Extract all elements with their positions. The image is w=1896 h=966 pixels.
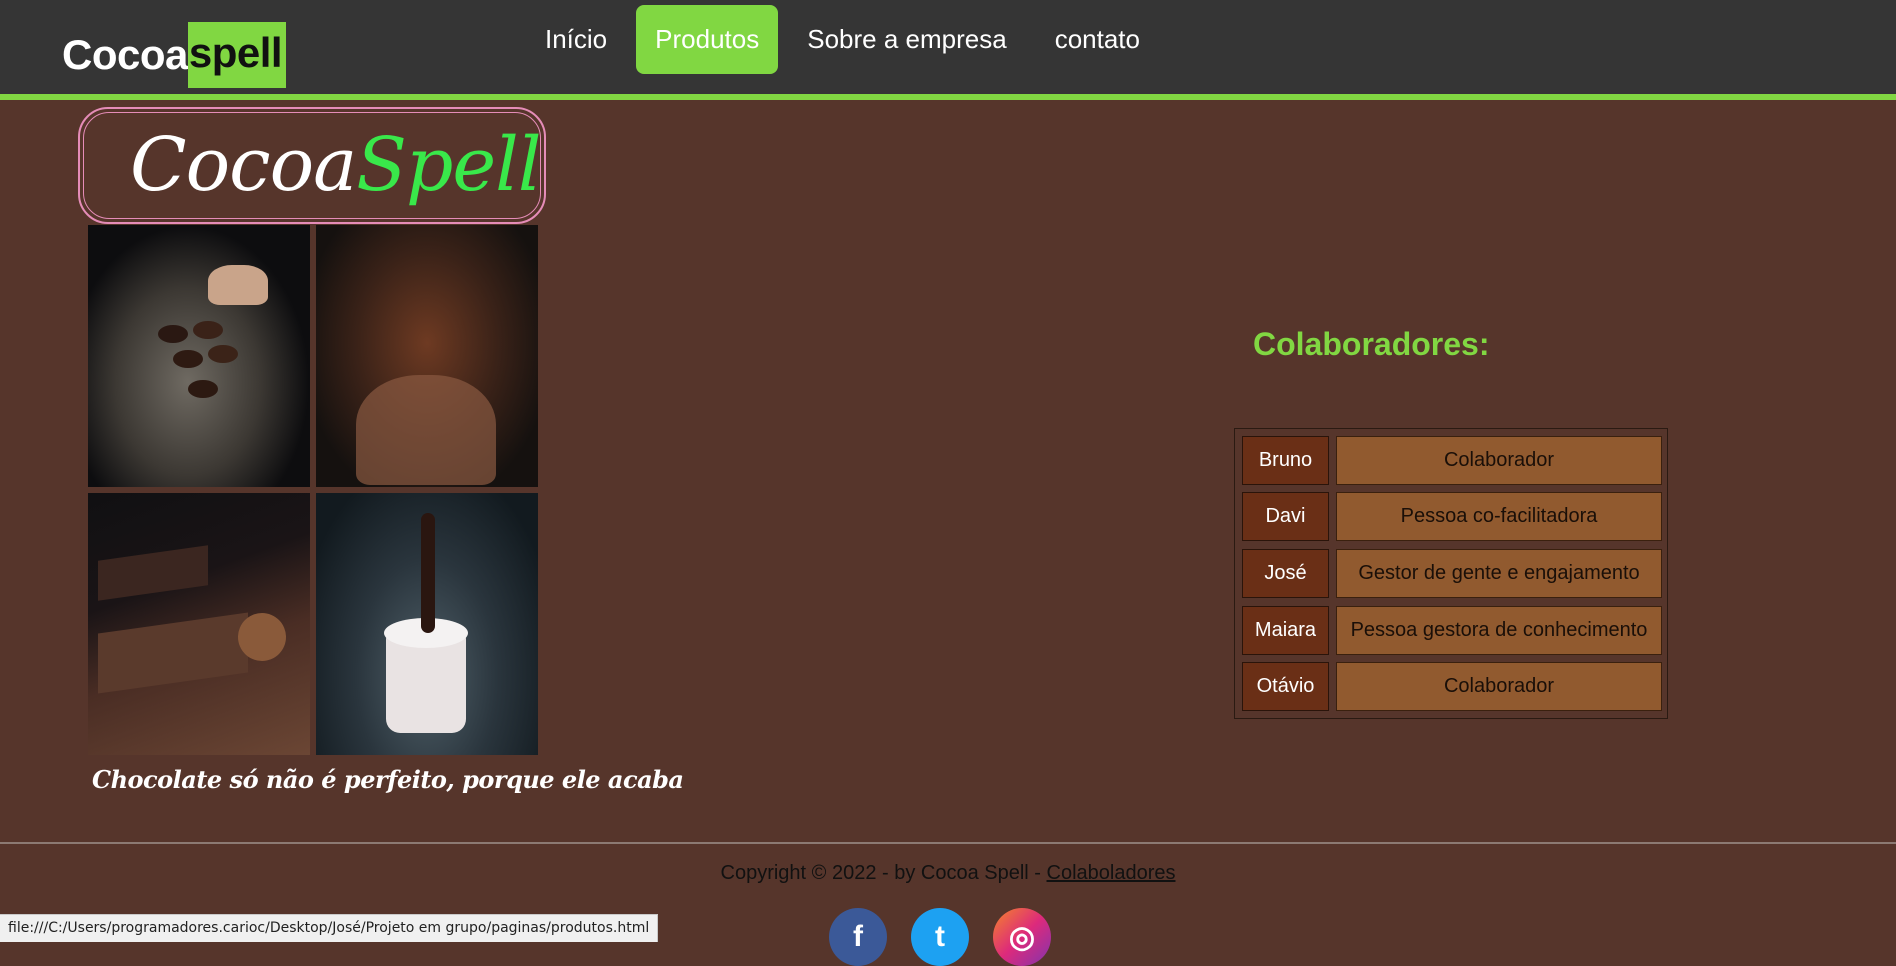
cocoa-beans-image — [316, 225, 538, 487]
collaborator-role: Pessoa gestora de conhecimento — [1336, 606, 1662, 655]
collaborator-role: Pessoa co-facilitadora — [1336, 492, 1662, 541]
browser-status-bar: file:///C:/Users/programadores.carioc/De… — [0, 914, 659, 942]
brand-part1: Cocoa — [62, 31, 188, 78]
chocolate-bars-image — [88, 493, 310, 755]
collaborator-name: Otávio — [1242, 662, 1329, 711]
product-image-grid — [88, 225, 538, 755]
footer-divider — [0, 842, 1896, 844]
collaborators-link[interactable]: Colaboladores — [1047, 862, 1176, 884]
main-nav: Início Produtos Sobre a empresa contato — [526, 0, 1169, 94]
cocoa-spell-logo: CocoaSpell — [78, 107, 546, 224]
footer-copyright: Copyright © 2022 - by Cocoa Spell - Cola… — [0, 862, 1896, 885]
collaborator-name: Davi — [1242, 492, 1329, 541]
collaborator-role: Colaborador — [1336, 436, 1662, 485]
brand-logo[interactable]: Cocoa spell — [62, 22, 287, 88]
nav-contato[interactable]: contato — [1036, 5, 1159, 74]
collaborator-name: Maiara — [1242, 606, 1329, 655]
instagram-icon[interactable]: ◎ — [993, 908, 1051, 966]
collaborators-table: Bruno Colaborador Davi Pessoa co-facilit… — [1234, 428, 1668, 719]
twitter-icon[interactable]: t — [911, 908, 969, 966]
chocolate-truffles-image — [88, 225, 310, 487]
nav-sobre[interactable]: Sobre a empresa — [788, 5, 1025, 74]
hot-chocolate-image — [316, 493, 538, 755]
nav-produtos[interactable]: Produtos — [636, 4, 779, 74]
copyright-text: Copyright © 2022 - by Cocoa Spell - — [720, 862, 1047, 884]
collaborator-name: Bruno — [1242, 436, 1329, 485]
nav-inicio[interactable]: Início — [526, 5, 626, 74]
collaborator-name: José — [1242, 549, 1329, 598]
collaborator-role: Gestor de gente e engajamento — [1336, 549, 1662, 598]
site-header: Cocoa spell Início Produtos Sobre a empre… — [0, 0, 1896, 100]
collaborator-role: Colaborador — [1336, 662, 1662, 711]
brand-part2: spell — [187, 22, 287, 88]
facebook-icon[interactable]: f — [829, 908, 887, 966]
collaborators-title: Colaboradores: — [1253, 326, 1490, 362]
tagline: Chocolate só não é perfeito, porque ele … — [92, 765, 684, 794]
logo-part2: Spell — [356, 122, 541, 208]
logo-part1: Cocoa — [130, 122, 357, 208]
